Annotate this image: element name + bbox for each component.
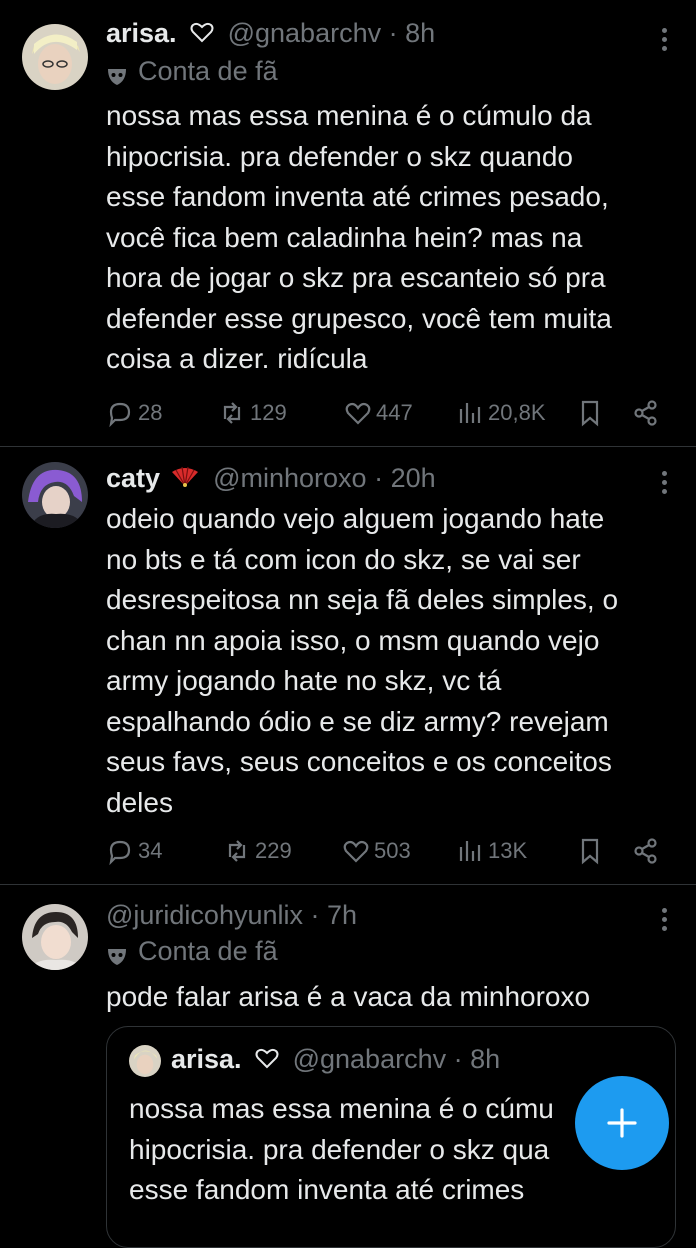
tweet-header: @juridicohyunlix · 7h: [106, 900, 357, 931]
bookmark-button[interactable]: [576, 834, 608, 868]
fan-label-text: Conta de fã: [138, 56, 278, 86]
like-count: 503: [374, 838, 411, 863]
views-button[interactable]: 20,8K: [456, 396, 546, 430]
views-count: 20,8K: [488, 400, 546, 425]
fan-label-text: Conta de fã: [138, 936, 278, 966]
views-icon: [459, 403, 481, 423]
handle[interactable]: @juridicohyunlix: [106, 900, 303, 930]
timestamp[interactable]: · 20h: [374, 463, 436, 493]
share-icon: [634, 400, 657, 426]
repost-icon: [223, 402, 241, 424]
timestamp[interactable]: · 8h: [389, 18, 436, 48]
like-button[interactable]: 447: [344, 396, 413, 430]
reply-count: 28: [138, 400, 163, 425]
repost-count: 229: [255, 838, 292, 863]
views-icon: [459, 841, 481, 861]
quoted-display-name: arisa.: [171, 1044, 242, 1074]
mask-icon: [106, 63, 128, 85]
heart-badge-icon: [190, 19, 214, 50]
avatar-juridicohyunlix[interactable]: [22, 904, 88, 970]
fan-account-label: Conta de fã: [106, 56, 278, 87]
repost-icon: [228, 840, 246, 862]
reply-count: 34: [138, 838, 163, 863]
share-button[interactable]: [632, 396, 664, 430]
tweet-actions: 28 129 447 20,8K: [106, 396, 666, 430]
handle[interactable]: @gnabarchv: [228, 18, 382, 48]
tweet-2[interactable]: caty @minhoroxo · 20h odeio quando vejo …: [0, 447, 696, 883]
handle[interactable]: @minhoroxo: [213, 463, 366, 493]
tweet-1[interactable]: arisa. @gnabarchv · 8h Conta de fã nossa…: [0, 0, 696, 446]
compose-button[interactable]: [575, 1076, 669, 1170]
reply-icon: [109, 402, 131, 427]
repost-button[interactable]: 129: [218, 396, 287, 430]
heart-icon: [343, 840, 369, 863]
repost-button[interactable]: 229: [223, 834, 292, 868]
plus-icon: [607, 1108, 637, 1138]
share-icon: [634, 838, 657, 864]
tweet-text: odeio quando vejo alguem jogando hate no…: [106, 503, 619, 818]
heart-badge-icon: [255, 1045, 279, 1076]
quoted-timestamp: · 8h: [453, 1044, 501, 1074]
timestamp[interactable]: · 7h: [311, 900, 358, 930]
like-button[interactable]: 503: [342, 834, 411, 868]
views-button[interactable]: 13K: [456, 834, 527, 868]
avatar-caty[interactable]: [22, 462, 88, 528]
tweet-actions: 34 229 503 13K: [106, 834, 666, 868]
share-button[interactable]: [632, 834, 664, 868]
quoted-header: arisa. @gnabarchv · 8h: [171, 1044, 500, 1076]
fan-account-label: Conta de fã: [106, 936, 278, 967]
more-options-icon[interactable]: [662, 908, 668, 935]
reply-button[interactable]: 34: [106, 834, 162, 868]
tweet-header: arisa. @gnabarchv · 8h: [106, 18, 435, 50]
display-name[interactable]: arisa.: [106, 18, 177, 48]
views-count: 13K: [488, 838, 528, 863]
bookmark-button[interactable]: [576, 396, 608, 430]
tweet-text: nossa mas essa menina é o cúmulo da hipo…: [106, 100, 612, 374]
reply-icon: [109, 840, 131, 865]
avatar-arisa[interactable]: [22, 24, 88, 90]
tweet-text: pode falar arisa é a vaca da minhoroxo: [106, 981, 591, 1012]
tweet-header: caty @minhoroxo · 20h: [106, 463, 436, 495]
bookmark-icon: [581, 400, 599, 427]
display-name[interactable]: caty: [106, 463, 160, 493]
more-options-icon[interactable]: [662, 28, 668, 55]
mask-icon: [106, 943, 128, 965]
repost-count: 129: [250, 400, 287, 425]
heart-icon: [345, 402, 371, 425]
quoted-handle: @gnabarchv: [292, 1044, 447, 1074]
bookmark-icon: [581, 838, 599, 865]
fan-emoji-icon: [170, 464, 200, 495]
reply-button[interactable]: 28: [106, 396, 162, 430]
quoted-avatar: [129, 1045, 161, 1077]
like-count: 447: [376, 400, 413, 425]
more-options-icon[interactable]: [662, 471, 668, 498]
